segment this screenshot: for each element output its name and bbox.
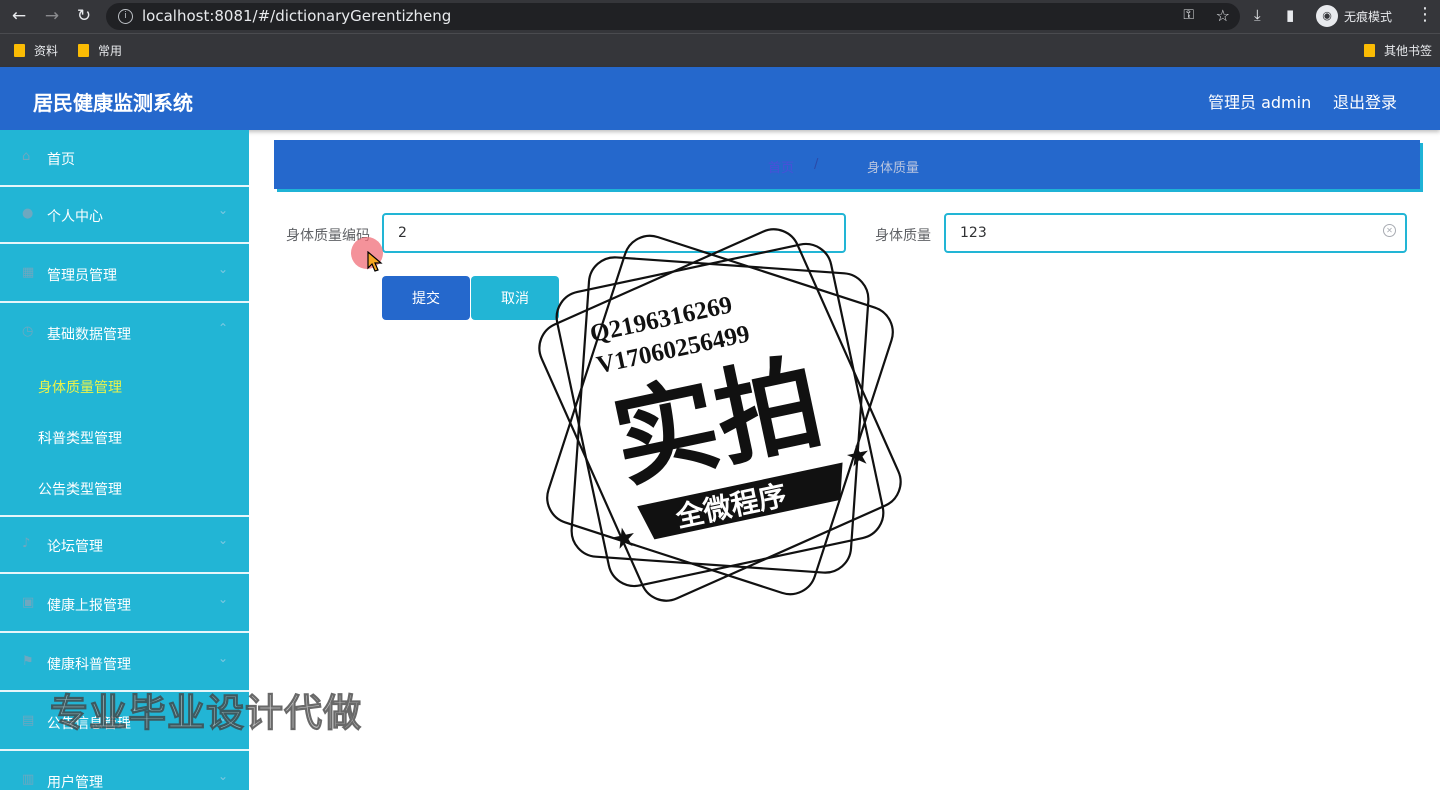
promo-watermark: 专业毕业设计代做 — [49, 691, 363, 736]
sidebar-item-label: 基础数据管理 — [47, 327, 131, 343]
sidebar-item-forum[interactable]: ♪ 论坛管理 ⌄ — [0, 517, 249, 574]
forward-icon[interactable]: → — [42, 6, 62, 26]
sidebar-item-label: 个人中心 — [47, 209, 103, 225]
sidebar-item-label: 用户管理 — [47, 775, 103, 790]
chevron-up-icon: ⌃ — [218, 321, 229, 335]
user-icon: ● — [22, 206, 34, 221]
back-icon[interactable]: ← — [9, 6, 29, 26]
sidebar-item-label: 首页 — [47, 152, 75, 168]
reload-icon[interactable]: ↻ — [74, 6, 94, 26]
submenu-science-type[interactable]: 科普类型管理 — [38, 428, 122, 448]
browser-toolbar: ← → ↻ i localhost:8081/#/dictionaryGeren… — [0, 0, 1440, 33]
sidebar-item-basic-data[interactable]: ◷ 基础数据管理 ⌃ 身体质量管理 科普类型管理 公告类型管理 — [0, 305, 249, 517]
bookmarks-bar: 资料 常用 其他书签 — [0, 33, 1440, 67]
chevron-down-icon: ⌄ — [218, 262, 229, 276]
chevron-down-icon: ⌄ — [218, 769, 229, 783]
sidebar-item-label: 健康科普管理 — [47, 657, 131, 673]
submit-button[interactable]: 提交 — [382, 276, 470, 320]
clear-icon[interactable]: ✕ — [1383, 224, 1396, 237]
flag-icon: ⚑ — [22, 654, 34, 669]
sidebar-item-label: 管理员管理 — [47, 268, 117, 284]
browser-menu-icon[interactable]: ⋮ — [1416, 4, 1434, 25]
incognito-icon[interactable]: ◉ — [1316, 5, 1338, 27]
bookmark-folder[interactable]: 常用 — [78, 42, 122, 60]
notice-icon: ▤ — [22, 713, 35, 728]
breadcrumb: 首页 / 身体质量 — [274, 140, 1420, 189]
breadcrumb-current: 身体质量 — [867, 161, 920, 176]
logout-link[interactable]: 退出登录 — [1333, 89, 1397, 113]
sidebar-item-home[interactable]: ⌂ 首页 — [0, 130, 249, 187]
watermark-stamp: Q2196316269 V17060256499 实拍 全微程序 ★ ★ — [538, 228, 902, 602]
mic-icon: ♪ — [22, 536, 31, 551]
bookmark-folder[interactable]: 资料 — [14, 42, 58, 60]
report-icon: ▣ — [22, 595, 35, 610]
admin-icon: ▦ — [22, 265, 35, 280]
incognito-label: 无痕模式 — [1344, 10, 1393, 24]
sidebar-item-health-report[interactable]: ▣ 健康上报管理 ⌄ — [0, 576, 249, 633]
other-bookmarks[interactable]: 其他书签 — [1364, 42, 1432, 60]
breadcrumb-home[interactable]: 首页 — [768, 157, 794, 176]
app-title: 居民健康监测系统 — [33, 91, 193, 115]
home-icon: ⌂ — [22, 149, 31, 164]
sidebar-item-profile[interactable]: ● 个人中心 ⌄ — [0, 187, 249, 244]
current-user: 管理员 admin — [1208, 93, 1312, 112]
folder-icon — [14, 44, 25, 57]
folder-icon — [78, 44, 89, 57]
body-quality-input[interactable] — [944, 213, 1407, 253]
sidebar-item-admin[interactable]: ▦ 管理员管理 ⌄ — [0, 246, 249, 303]
download-icon[interactable]: ⤓ — [1254, 6, 1261, 24]
sidebar-item-label: 论坛管理 — [47, 539, 103, 555]
chevron-down-icon: ⌄ — [218, 592, 229, 606]
address-bar[interactable]: i localhost:8081/#/dictionaryGerentizhen… — [106, 3, 1240, 30]
cursor-icon — [367, 251, 383, 272]
submenu-body-quality[interactable]: 身体质量管理 — [38, 377, 122, 397]
sidebar-item-label: 健康上报管理 — [47, 598, 131, 614]
clock-icon: ◷ — [22, 324, 34, 339]
breadcrumb-separator: / — [814, 157, 819, 172]
folder-icon — [1364, 44, 1375, 57]
chevron-down-icon: ⌄ — [218, 203, 229, 217]
chevron-down-icon: ⌄ — [218, 651, 229, 665]
chevron-down-icon: ⌄ — [218, 533, 229, 547]
sidebar-item-users[interactable]: ▥ 用户管理 ⌄ — [0, 753, 249, 790]
users-icon: ▥ — [22, 772, 35, 787]
key-icon[interactable]: ⚿ — [1183, 7, 1194, 23]
app-header: 居民健康监测系统 管理员 admin 退出登录 — [0, 67, 1440, 130]
bookmark-star-icon[interactable]: ☆ — [1216, 6, 1230, 25]
submenu-notice-type[interactable]: 公告类型管理 — [38, 479, 122, 499]
star-icon: ★ — [608, 519, 639, 556]
url-text: localhost:8081/#/dictionaryGerentizheng — [142, 7, 452, 25]
side-panel-icon[interactable]: ▮ — [1286, 6, 1294, 24]
site-info-icon[interactable]: i — [118, 9, 133, 24]
